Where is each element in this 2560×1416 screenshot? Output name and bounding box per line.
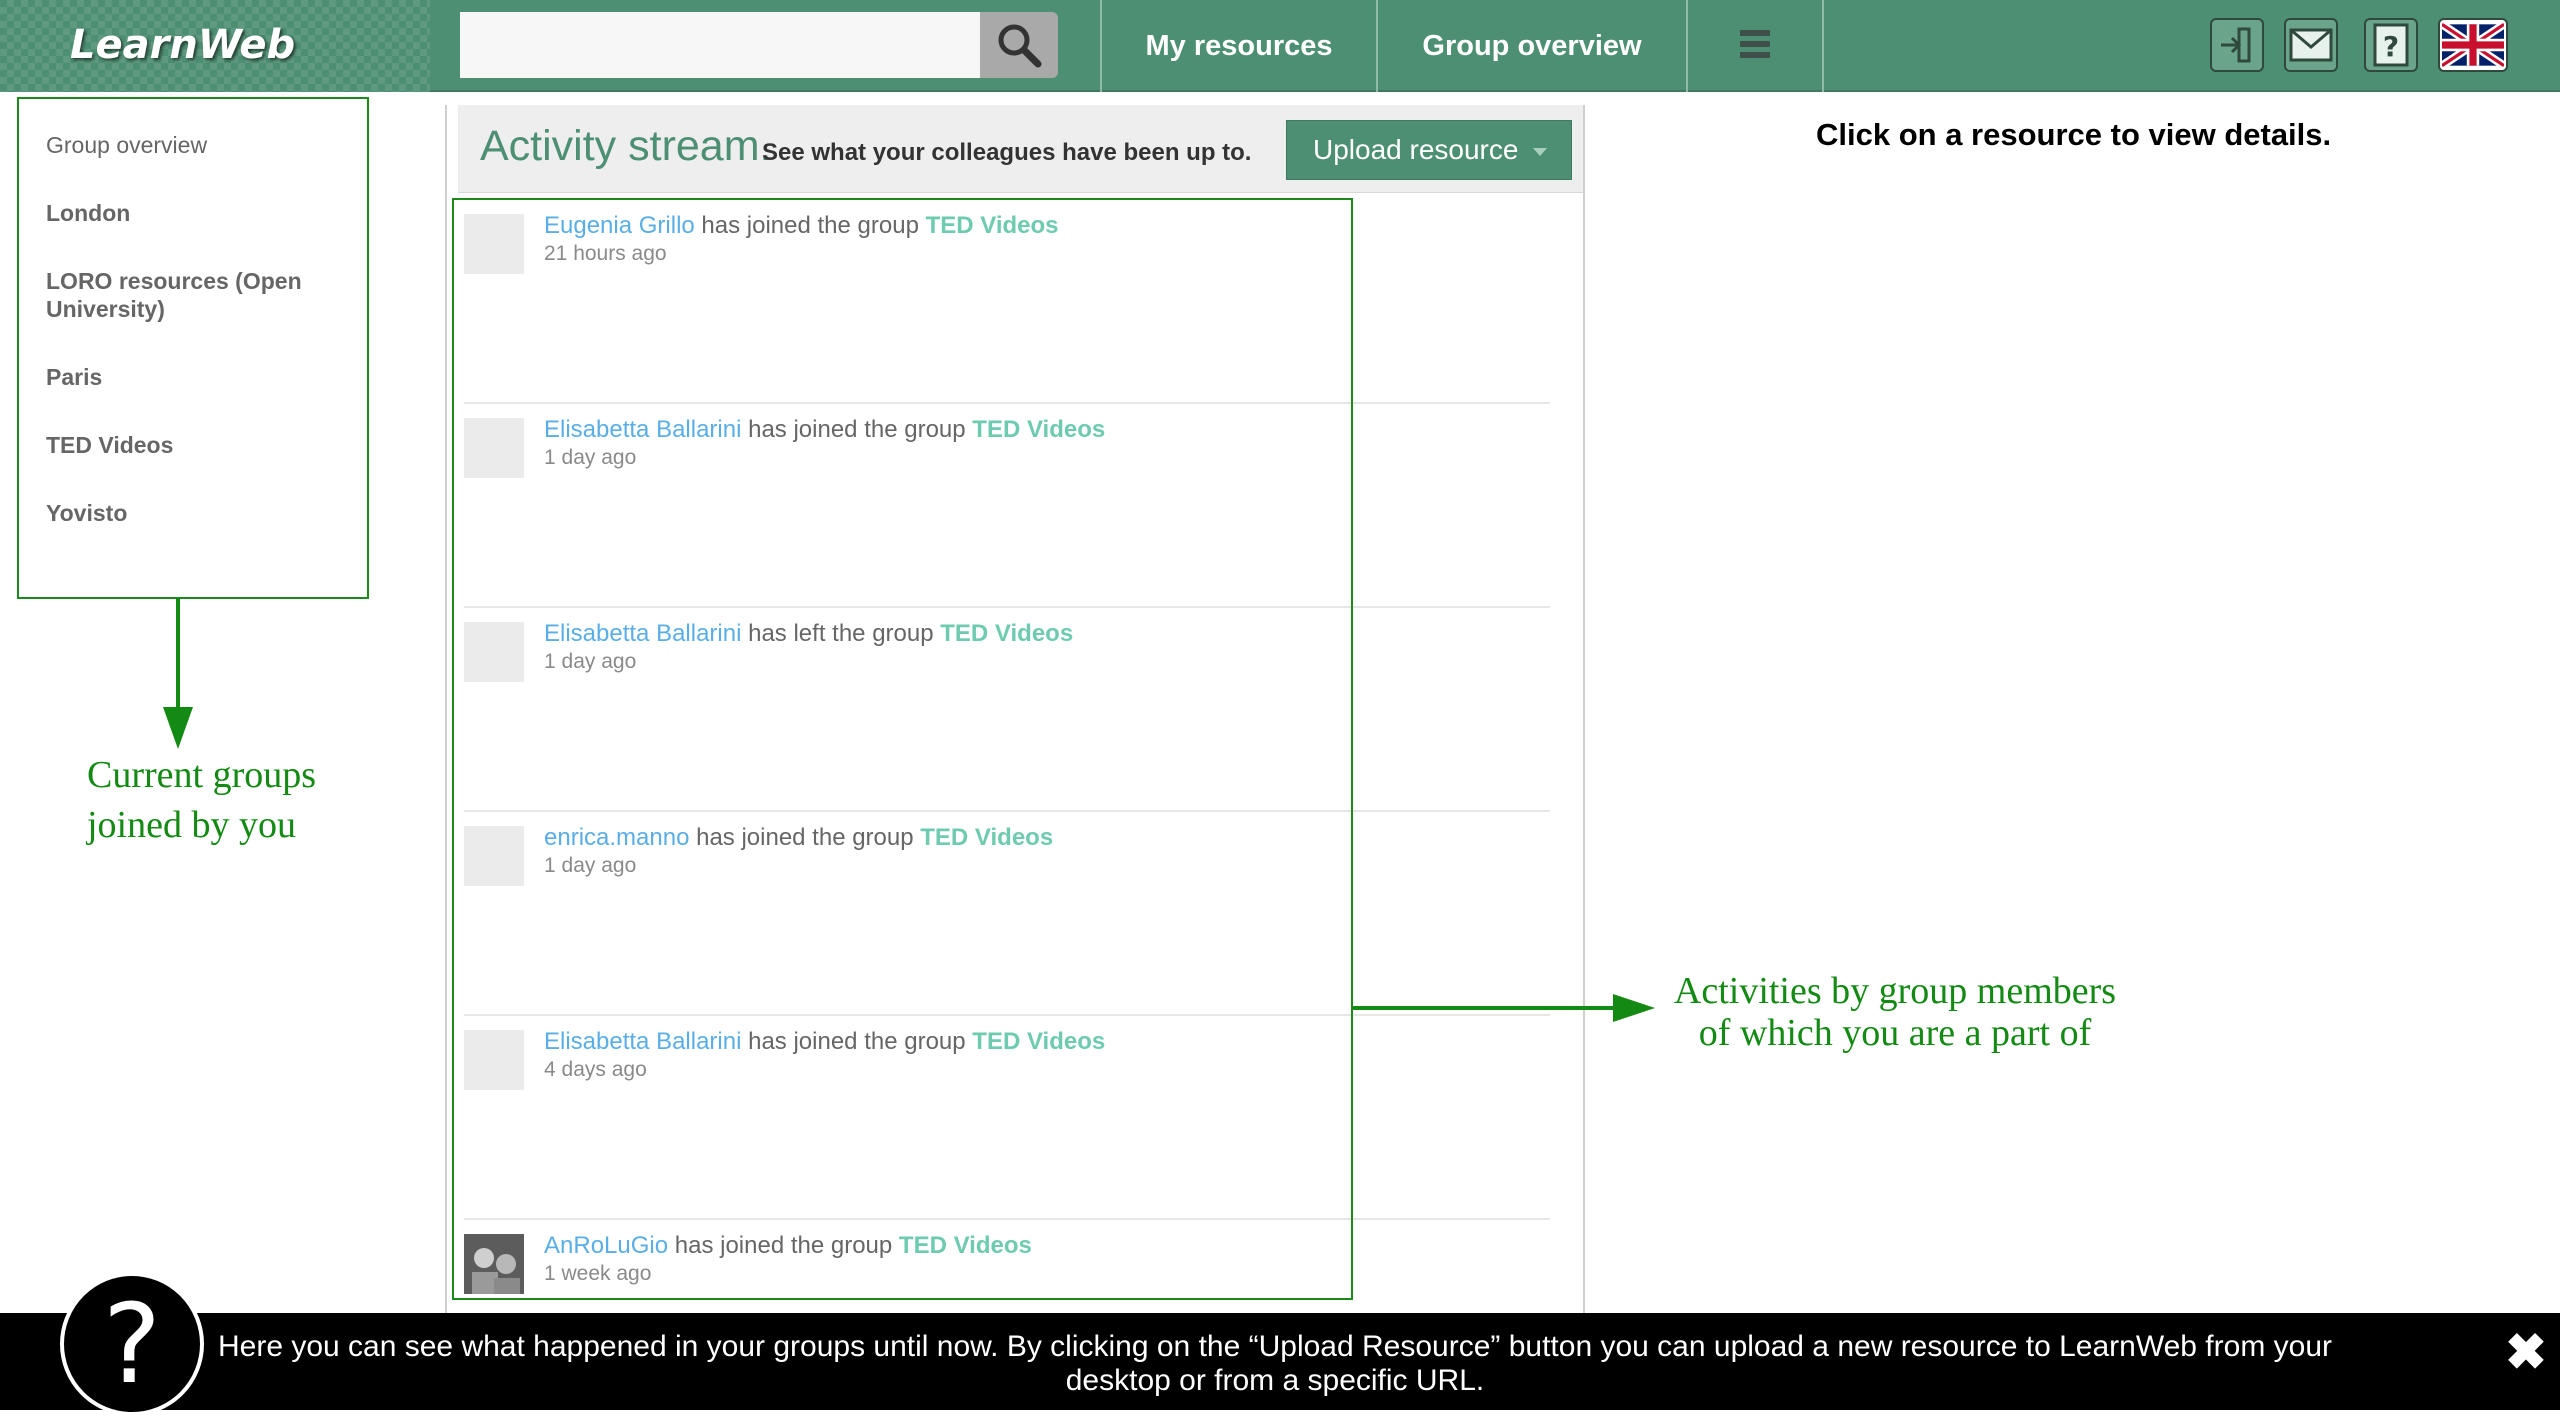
top-header: LearnWeb My resources Group overview ?: [0, 0, 2560, 92]
svg-text:?: ?: [2383, 30, 2399, 63]
activity-subtitle: See what your colleagues have been up to…: [762, 139, 1252, 166]
logo-area: LearnWeb: [0, 0, 430, 92]
nav-group-overview[interactable]: Group overview: [1378, 0, 1686, 92]
annotation-activities: Activities by group members of which you…: [1660, 970, 2130, 1054]
union-jack-glyph: [2442, 23, 2504, 67]
search-input[interactable]: [460, 12, 980, 78]
annotation-arrow-down: [163, 597, 193, 749]
nav-divider: [1822, 0, 1824, 92]
help-icon[interactable]: ?: [2364, 18, 2418, 72]
annotation-activities-line1: Activities by group members: [1673, 970, 2117, 1012]
sidebar-item-ted-videos[interactable]: TED Videos: [46, 431, 173, 459]
caret-down-icon: [1533, 148, 1547, 156]
menu-icon[interactable]: [1740, 30, 1770, 63]
uk-flag-icon[interactable]: [2438, 18, 2508, 72]
annotation-groups-line1: Current groups: [87, 754, 317, 796]
close-icon[interactable]: ✖: [2505, 1323, 2547, 1381]
sidebar-item-group-overview[interactable]: Group overview: [46, 131, 207, 159]
activity-title: Activity stream.: [480, 122, 772, 170]
nav-divider: [1686, 0, 1688, 92]
upload-resource-label: Upload resource: [1313, 134, 1519, 165]
tour-help-icon: ?: [60, 1272, 204, 1416]
activity-highlight-box: [452, 198, 1353, 1300]
mail-icon[interactable]: [2284, 18, 2338, 72]
sidebar-item-loro-resources[interactable]: LORO resources (Open University): [46, 267, 346, 323]
upload-resource-button[interactable]: Upload resource: [1286, 120, 1572, 180]
sidebar-item-paris[interactable]: Paris: [46, 363, 102, 391]
envelope-glyph: [2289, 28, 2333, 62]
resource-hint: Click on a resource to view details.: [1816, 117, 2332, 152]
learnweb-logo[interactable]: LearnWeb: [70, 22, 295, 68]
logout-icon[interactable]: [2210, 18, 2264, 72]
annotation-activities-line2: of which you are a part of: [1698, 1012, 2092, 1054]
search-button[interactable]: [980, 12, 1058, 78]
annotation-groups: Current groups joined by you: [87, 750, 316, 850]
logout-glyph: [2221, 27, 2251, 63]
annotation-arrow-right: [1353, 994, 1655, 1022]
tour-message-line2: desktop or from a specific URL.: [1065, 1364, 1485, 1397]
tour-message: Here you can see what happened in your g…: [210, 1330, 2340, 1398]
tour-message-line1: Here you can see what happened in your g…: [217, 1330, 2333, 1363]
annotation-groups-line2: joined by you: [87, 804, 296, 846]
sidebar-item-london[interactable]: London: [46, 199, 130, 227]
nav-my-resources[interactable]: My resources: [1102, 0, 1376, 92]
sidebar-item-yovisto[interactable]: Yovisto: [46, 499, 127, 527]
question-glyph: ?: [2373, 23, 2409, 67]
search-icon: [998, 24, 1042, 68]
